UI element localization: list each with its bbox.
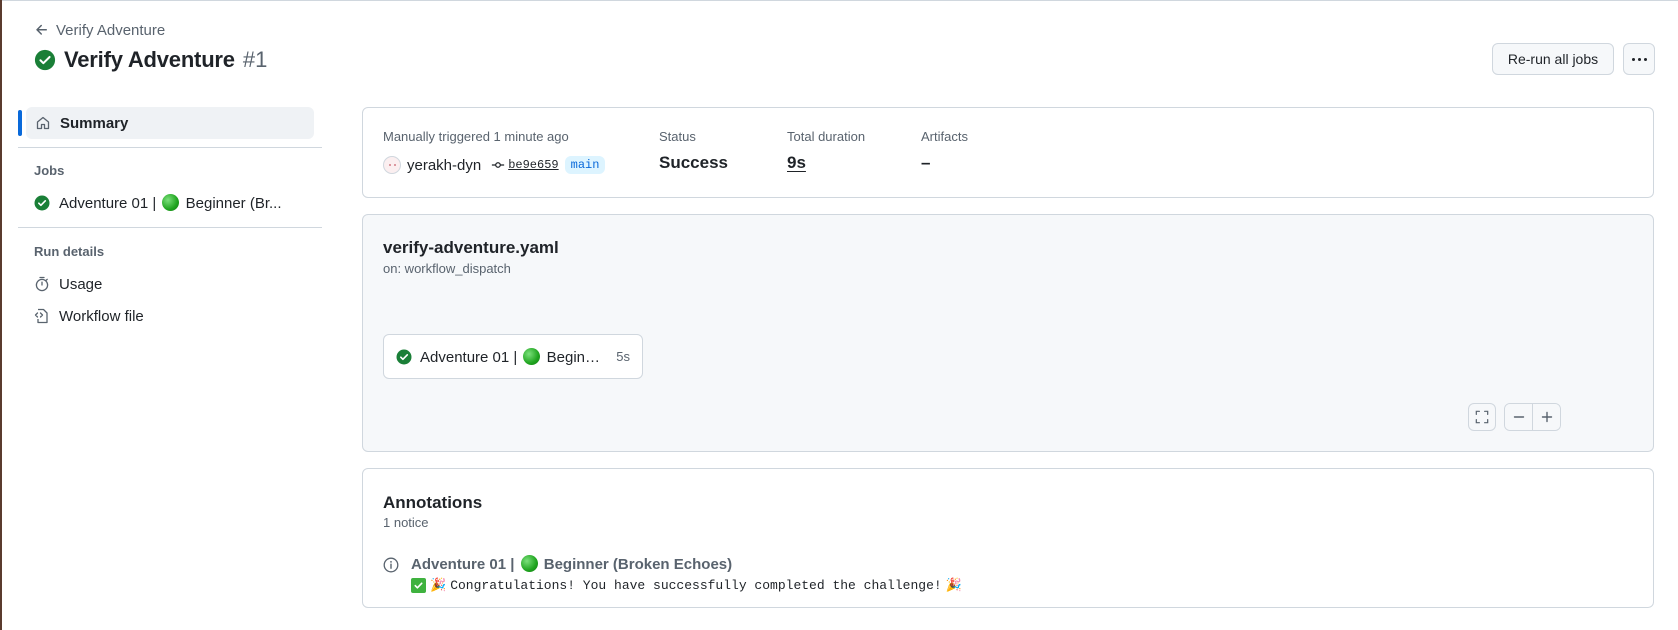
artifacts-value: –: [921, 153, 931, 172]
zoom-out-button[interactable]: [1505, 404, 1532, 430]
annotations-panel: Annotations 1 notice Adventure 01 | Begi…: [362, 468, 1654, 608]
fullscreen-button[interactable]: [1468, 403, 1496, 431]
sidebar-divider: [18, 147, 322, 148]
workflow-file-name: verify-adventure.yaml: [383, 238, 559, 257]
home-icon: [36, 116, 50, 130]
party-popper-emoji: 🎉: [945, 578, 962, 593]
actor-link[interactable]: yerakh-dyn: [407, 157, 481, 174]
window-edge: [0, 0, 2, 630]
check-mark-button-emoji: [411, 578, 426, 593]
artifacts-label: Artifacts: [921, 129, 968, 144]
sidebar-item-label: Workflow file: [59, 307, 144, 325]
annotation-title[interactable]: Adventure 01 | Beginner (Broken Echoes): [411, 555, 962, 573]
green-circle-emoji: [520, 555, 538, 572]
sidebar-item-usage[interactable]: Usage: [34, 272, 102, 296]
commit-sha: be9e659: [508, 158, 559, 172]
workflow-title: Verify Adventure: [64, 47, 235, 72]
check-circle-icon: [34, 195, 50, 211]
check-circle-icon: [396, 349, 412, 364]
status-value: Success: [659, 153, 728, 172]
duration-value[interactable]: 9s: [787, 153, 806, 173]
workflow-graph-panel: verify-adventure.yaml on: workflow_dispa…: [362, 214, 1654, 452]
sidebar-item-job[interactable]: Adventure 01 | Beginner (Br...: [34, 191, 282, 215]
rerun-all-jobs-button[interactable]: Re-run all jobs: [1492, 43, 1614, 75]
job-card[interactable]: Adventure 01 | Beginne... 5s: [383, 334, 643, 379]
annotations-count: 1 notice: [383, 515, 429, 530]
commit-link[interactable]: be9e659: [491, 158, 559, 172]
annotation-message: 🎉 Congratulations! You have successfully…: [411, 578, 962, 593]
back-link-label: Verify Adventure: [56, 21, 166, 39]
green-circle-emoji: [162, 194, 180, 211]
check-circle-icon: [34, 49, 56, 71]
job-name: Adventure 01 | Beginne...: [420, 347, 609, 366]
kebab-horizontal-icon: [1631, 57, 1647, 61]
screen-full-icon: [1475, 410, 1489, 424]
run-details-heading: Run details: [34, 244, 105, 259]
trigger-details: yerakh-dyn be9e659 main: [383, 154, 606, 176]
annotation-text: Congratulations! You have successfully c…: [450, 578, 942, 593]
zoom-controls: [1504, 403, 1561, 431]
sidebar-item-label: Summary: [60, 114, 129, 132]
run-number: #1: [242, 47, 268, 72]
annotation-item: Adventure 01 | Beginner (Broken Echoes) …: [383, 555, 962, 593]
arrow-left-icon: [36, 24, 47, 35]
zoom-in-button[interactable]: [1532, 404, 1560, 430]
back-link[interactable]: Verify Adventure: [34, 20, 165, 40]
file-code-icon: [34, 308, 48, 324]
jobs-heading: Jobs: [34, 163, 65, 178]
duration-label: Total duration: [787, 129, 866, 144]
party-popper-emoji: 🎉: [430, 578, 447, 593]
page-title: Verify Adventure #1: [34, 45, 267, 75]
job-duration: 5s: [616, 349, 630, 364]
branch-badge[interactable]: main: [564, 156, 606, 174]
stopwatch-icon: [35, 276, 49, 292]
sidebar-item-workflow-file[interactable]: Workflow file: [34, 304, 144, 328]
more-options-button[interactable]: [1623, 43, 1655, 75]
sidebar-divider: [18, 227, 322, 228]
annotations-title: Annotations: [383, 493, 483, 512]
status-label: Status: [659, 129, 696, 144]
sidebar-item-summary[interactable]: Summary: [26, 107, 314, 139]
sidebar-item-label: Adventure 01 | Beginner (Br...: [59, 194, 282, 212]
avatar[interactable]: [383, 156, 401, 174]
run-summary-panel: Manually triggered 1 minute ago yerakh-d…: [362, 107, 1654, 198]
workflow-trigger: on: workflow_dispatch: [383, 261, 511, 276]
green-circle-emoji: [523, 347, 541, 365]
top-border: [0, 0, 1678, 1]
dash-icon: [1513, 416, 1524, 418]
active-indicator: [18, 110, 22, 136]
info-icon: [383, 557, 399, 573]
trigger-text: Manually triggered 1 minute ago: [383, 129, 569, 144]
plus-icon: [1541, 411, 1552, 423]
git-commit-icon: [492, 162, 505, 168]
sidebar-item-label: Usage: [59, 275, 103, 293]
